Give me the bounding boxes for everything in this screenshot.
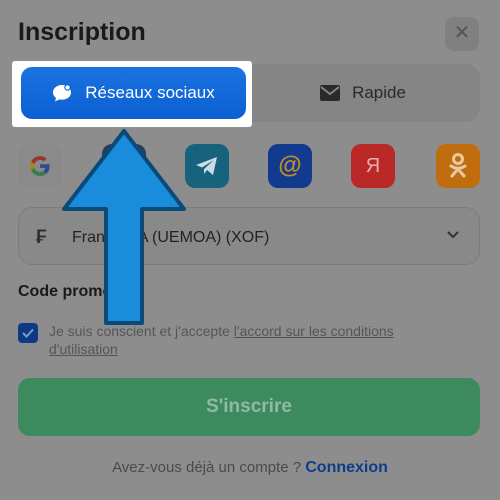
at-sign-icon: @: [278, 152, 302, 179]
envelope-icon: [320, 85, 341, 101]
odnoklassniki-login-button[interactable]: [436, 144, 480, 188]
tab-social-networks[interactable]: Réseaux sociaux: [21, 67, 246, 119]
terms-checkbox[interactable]: [18, 323, 38, 343]
odnoklassniki-icon: [449, 153, 467, 178]
close-button[interactable]: ✕: [445, 17, 479, 51]
checkmark-icon: [22, 328, 34, 338]
mailru-login-button[interactable]: @: [268, 144, 312, 188]
register-button[interactable]: S'inscrire: [18, 378, 480, 436]
login-link[interactable]: Connexion: [305, 459, 388, 476]
login-prompt: Avez-vous déjà un compte ? Connexion: [0, 459, 500, 477]
telegram-login-button[interactable]: [185, 144, 229, 188]
terms-text: Je suis conscient et j'accepte l'accord …: [49, 322, 459, 358]
up-arrow-icon: [62, 129, 186, 325]
chat-bubble-icon: [53, 84, 72, 102]
login-prompt-text: Avez-vous déjà un compte ?: [112, 459, 302, 476]
close-icon: ✕: [453, 22, 471, 44]
yandex-login-button[interactable]: Я: [351, 144, 395, 188]
telegram-icon: [196, 157, 217, 175]
tab-quick-label: Rapide: [352, 83, 406, 102]
page-title: Inscription: [18, 18, 146, 46]
chevron-down-icon: [447, 231, 459, 239]
franc-currency-icon: ₣: [36, 227, 47, 248]
google-icon: [30, 156, 50, 176]
google-login-button[interactable]: [18, 144, 62, 188]
yandex-icon: Я: [365, 154, 381, 177]
tab-quick[interactable]: Rapide: [253, 67, 473, 119]
tab-social-label: Réseaux sociaux: [85, 83, 215, 102]
